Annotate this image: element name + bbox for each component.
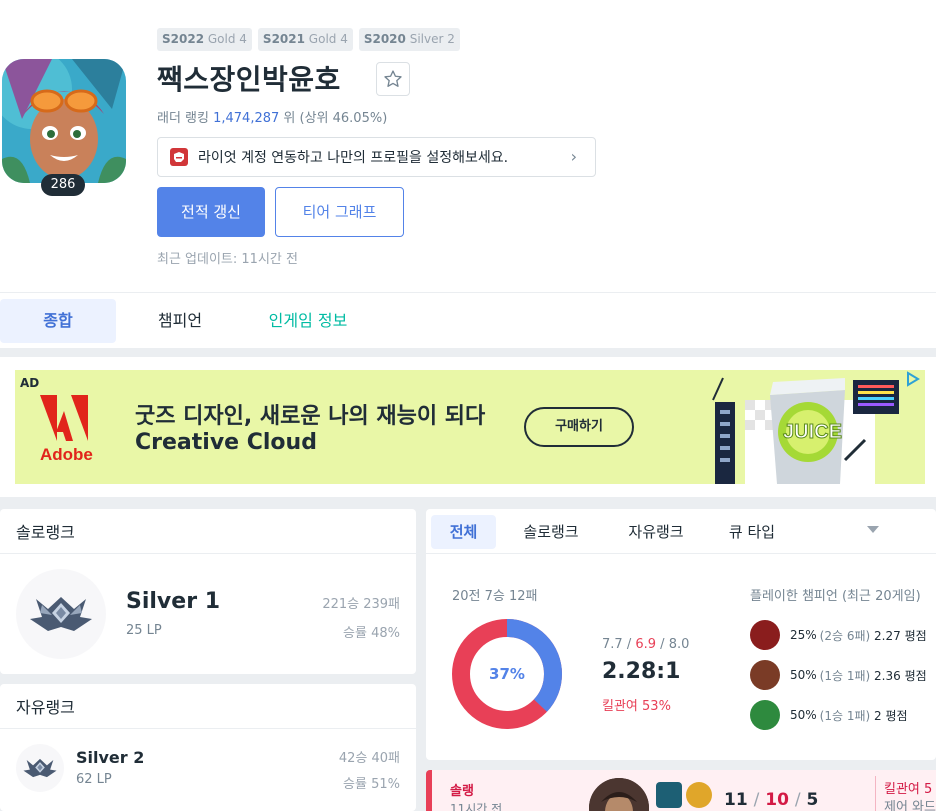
solo-tier: Silver 1: [126, 589, 221, 614]
last-updated: 최근 업데이트: 11시간 전: [157, 252, 298, 267]
solo-lp: 25 LP: [126, 623, 162, 638]
tab-flex[interactable]: 자유랭크: [611, 515, 701, 549]
summoner-level-badge: 286: [41, 174, 85, 196]
tab-overview[interactable]: 종합: [0, 299, 116, 343]
match-control-wards: 제어 와드: [884, 800, 936, 811]
match-history-item[interactable]: 솔랭 11시간 전 11 / 10 / 5 킬관여 5 제어 와드: [426, 770, 936, 811]
chevron-down-icon[interactable]: [867, 526, 879, 533]
tab-all[interactable]: 전체: [431, 515, 496, 549]
profile-icon: [2, 59, 126, 183]
match-champion-portrait: [589, 778, 649, 811]
flex-tier: Silver 2: [76, 748, 145, 767]
riot-account-link-banner[interactable]: 라이엇 계정 연동하고 나만의 프로필을 설정해보세요. ›: [157, 137, 596, 177]
silver-emblem-icon: [16, 744, 64, 792]
ad-juice-text: JUICE: [783, 421, 842, 443]
summoner-spell-icon: [656, 782, 682, 808]
silver-emblem-icon: [16, 569, 106, 659]
flex-rank-title: 자유랭크: [16, 698, 75, 717]
kill-participation: 킬관여 53%: [602, 699, 671, 714]
favorite-button[interactable]: [376, 62, 410, 96]
star-icon: [384, 70, 402, 87]
divider: [0, 553, 416, 554]
ladder-ranking: 래더 랭킹 1,474,287 위 (상위 46.05%): [157, 111, 388, 126]
flex-lp: 62 LP: [76, 772, 112, 787]
rune-icon: [686, 782, 712, 808]
average-kda: 7.7 / 6.9 / 8.0: [602, 637, 690, 652]
riot-fist-icon: [170, 148, 188, 166]
winrate-donut-chart: 37%: [452, 619, 562, 729]
queue-filter-tabs: 전체 솔로랭크 자유랭크 큐 타입: [426, 509, 936, 554]
match-kill-participation: 킬관여 5: [884, 782, 933, 797]
season-badge-2022: S2022 Gold 4: [157, 28, 252, 51]
past-season-tiers: S2022 Gold 4 S2021 Gold 4 S2020 Silver 2: [157, 28, 460, 51]
solo-rank-title: 솔로랭크: [16, 523, 75, 542]
adobe-logo: Adobe: [40, 395, 93, 469]
kda-ratio: 2.28:1: [602, 659, 681, 684]
games-record: 20전 7승 12패: [452, 589, 538, 604]
flex-rank-card: 자유랭크 Silver 2 62 LP 42승 40패 승률 51%: [0, 684, 416, 811]
profile-tabs: 종합 챔피언 인게임 정보: [0, 292, 936, 348]
ad-headline: 굿즈 디자인, 새로운 나의 재능이 되다: [135, 404, 486, 429]
profile-header: 286 S2022 Gold 4 S2021 Gold 4 S2020 Silv…: [0, 0, 936, 292]
ad-container: Adobe 굿즈 디자인, 새로운 나의 재능이 되다 Creative Clo…: [0, 357, 936, 497]
donut-winrate-label: 37%: [489, 665, 525, 683]
match-time-ago: 11시간 전: [450, 802, 503, 811]
flex-winrate: 승률 51%: [343, 777, 400, 792]
match-kda: 11 / 10 / 5: [724, 790, 819, 810]
solo-winrate: 승률 48%: [343, 626, 400, 641]
played-champion-row[interactable]: 50% (1승 1패) 2 평점: [750, 700, 908, 730]
riot-link-text: 라이엇 계정 연동하고 나만의 프로필을 설정해보세요.: [198, 150, 509, 166]
tab-champions[interactable]: 챔피언: [127, 299, 233, 343]
flex-record: 42승 40패: [338, 751, 400, 766]
champion-portrait: [750, 620, 780, 650]
ad-artwork: JUICE: [695, 370, 925, 484]
champion-portrait: [750, 700, 780, 730]
renew-button[interactable]: 전적 갱신: [157, 187, 265, 237]
played-champion-row[interactable]: 50% (1승 1패) 2.36 평점: [750, 660, 927, 690]
season-badge-2021: S2021 Gold 4: [257, 28, 353, 51]
ad-label: AD: [20, 376, 40, 390]
summoner-name: 짹스장인박윤호: [157, 63, 341, 96]
solo-rank-card: 솔로랭크 Silver 1 25 LP 221승 239패 승률 48%: [0, 509, 416, 674]
divider: [0, 728, 416, 729]
queue-type-select[interactable]: 큐 타입: [716, 515, 788, 549]
tab-ingame[interactable]: 인게임 정보: [244, 299, 372, 343]
adchoices-icon[interactable]: [905, 371, 921, 391]
recent-games-summary: 전체 솔로랭크 자유랭크 큐 타입 20전 7승 12패 37% 7.7 / 6…: [426, 509, 936, 760]
ad-banner[interactable]: Adobe 굿즈 디자인, 새로운 나의 재능이 되다 Creative Clo…: [15, 370, 925, 484]
champion-portrait: [750, 660, 780, 690]
match-queue-type: 솔랭: [450, 784, 474, 799]
ladder-rank-link[interactable]: 1,474,287: [213, 111, 279, 126]
ad-buy-button[interactable]: 구매하기: [524, 407, 634, 447]
ad-product: Creative Cloud: [135, 430, 317, 455]
played-champions-title: 플레이한 챔피언 (최근 20게임): [750, 589, 921, 604]
chevron-right-icon: ›: [570, 147, 577, 166]
divider: [875, 776, 876, 811]
season-badge-2020: S2020 Silver 2: [358, 28, 460, 51]
tier-graph-button[interactable]: 티어 그래프: [275, 187, 404, 237]
solo-record: 221승 239패: [322, 597, 400, 612]
tab-solo[interactable]: 솔로랭크: [506, 515, 596, 549]
played-champion-row[interactable]: 25% (2승 6패) 2.27 평점: [750, 620, 927, 650]
